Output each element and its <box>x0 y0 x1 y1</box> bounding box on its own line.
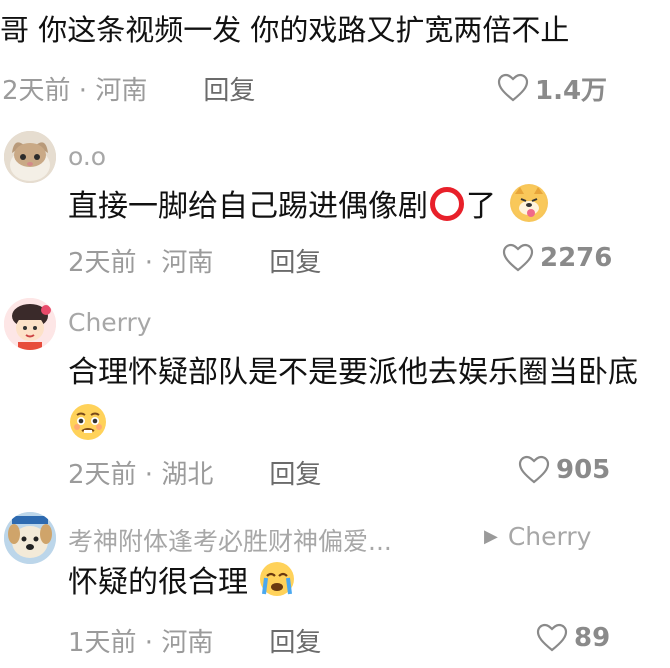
comment-time: 2天前 · 湖北 <box>68 459 214 490</box>
cat-avatar-icon <box>4 131 56 183</box>
heart-icon <box>518 455 550 484</box>
comment-time: 1天前 · 河南 <box>68 627 214 658</box>
comment-text: 直接一脚给自己踢进偶像剧 了 <box>68 180 548 234</box>
like-count: 1.4万 <box>535 75 608 106</box>
pleading-emoji <box>68 402 108 442</box>
reply-button[interactable]: 回复 <box>269 622 321 659</box>
crying-emoji <box>258 560 296 598</box>
reply-to[interactable]: ▶ Cherry <box>484 522 591 551</box>
like-count: 89 <box>574 623 611 653</box>
heart-icon <box>536 623 568 652</box>
comment-time: 2天前 · 河南 <box>2 75 148 106</box>
comment-body: 怀疑的很合理 <box>68 565 248 600</box>
comment-text: 怀疑的很合理 <box>68 556 296 610</box>
comment-text: 合理怀疑部队是不是要派他去娱乐圈当卧底 <box>68 346 658 454</box>
username[interactable]: Cherry <box>68 308 152 337</box>
avatar[interactable] <box>4 512 56 564</box>
reply-button[interactable]: 回复 <box>269 242 321 279</box>
avatar[interactable] <box>4 131 56 183</box>
like-button[interactable]: 2276 <box>502 238 612 278</box>
dog-tongue-emoji <box>509 184 548 222</box>
cartoon-girl-avatar-icon <box>4 298 56 350</box>
red-circle-icon <box>430 187 464 221</box>
comment-body: 直接一脚给自己踢进偶像剧 <box>68 189 428 224</box>
heart-icon <box>502 243 534 272</box>
like-button[interactable]: 1.4万 <box>497 68 607 108</box>
like-count: 2276 <box>540 243 613 273</box>
reply-button[interactable]: 回复 <box>203 70 255 107</box>
comment-meta: 2天前 · 河南 回复 <box>68 240 321 280</box>
top-comment-meta: 2天前 · 河南 回复 <box>2 68 255 108</box>
like-button[interactable]: 905 <box>518 450 610 490</box>
reply-button[interactable]: 回复 <box>269 454 321 491</box>
avatar[interactable] <box>4 298 56 350</box>
comment-meta: 2天前 · 湖北 回复 <box>68 452 321 492</box>
username[interactable]: o.o <box>68 142 106 171</box>
like-button[interactable]: 89 <box>536 618 610 658</box>
reply-to-username: Cherry <box>507 522 592 551</box>
username[interactable]: 考神附体逢考必胜财神偏爱... <box>68 522 468 558</box>
comment-suffix: 了 <box>466 189 496 224</box>
heart-icon <box>497 73 529 102</box>
comment-body: 合理怀疑部队是不是要派他去娱乐圈当卧底 <box>68 355 638 390</box>
top-comment-text: 哥 你这条视频一发 你的戏路又扩宽两倍不止 <box>0 13 570 47</box>
like-count: 905 <box>556 455 611 485</box>
play-arrow-icon: ▶ <box>484 526 498 547</box>
comment-time: 2天前 · 河南 <box>68 247 214 278</box>
comment-meta: 1天前 · 河南 回复 <box>68 620 321 660</box>
dog-avatar-icon <box>4 512 56 564</box>
